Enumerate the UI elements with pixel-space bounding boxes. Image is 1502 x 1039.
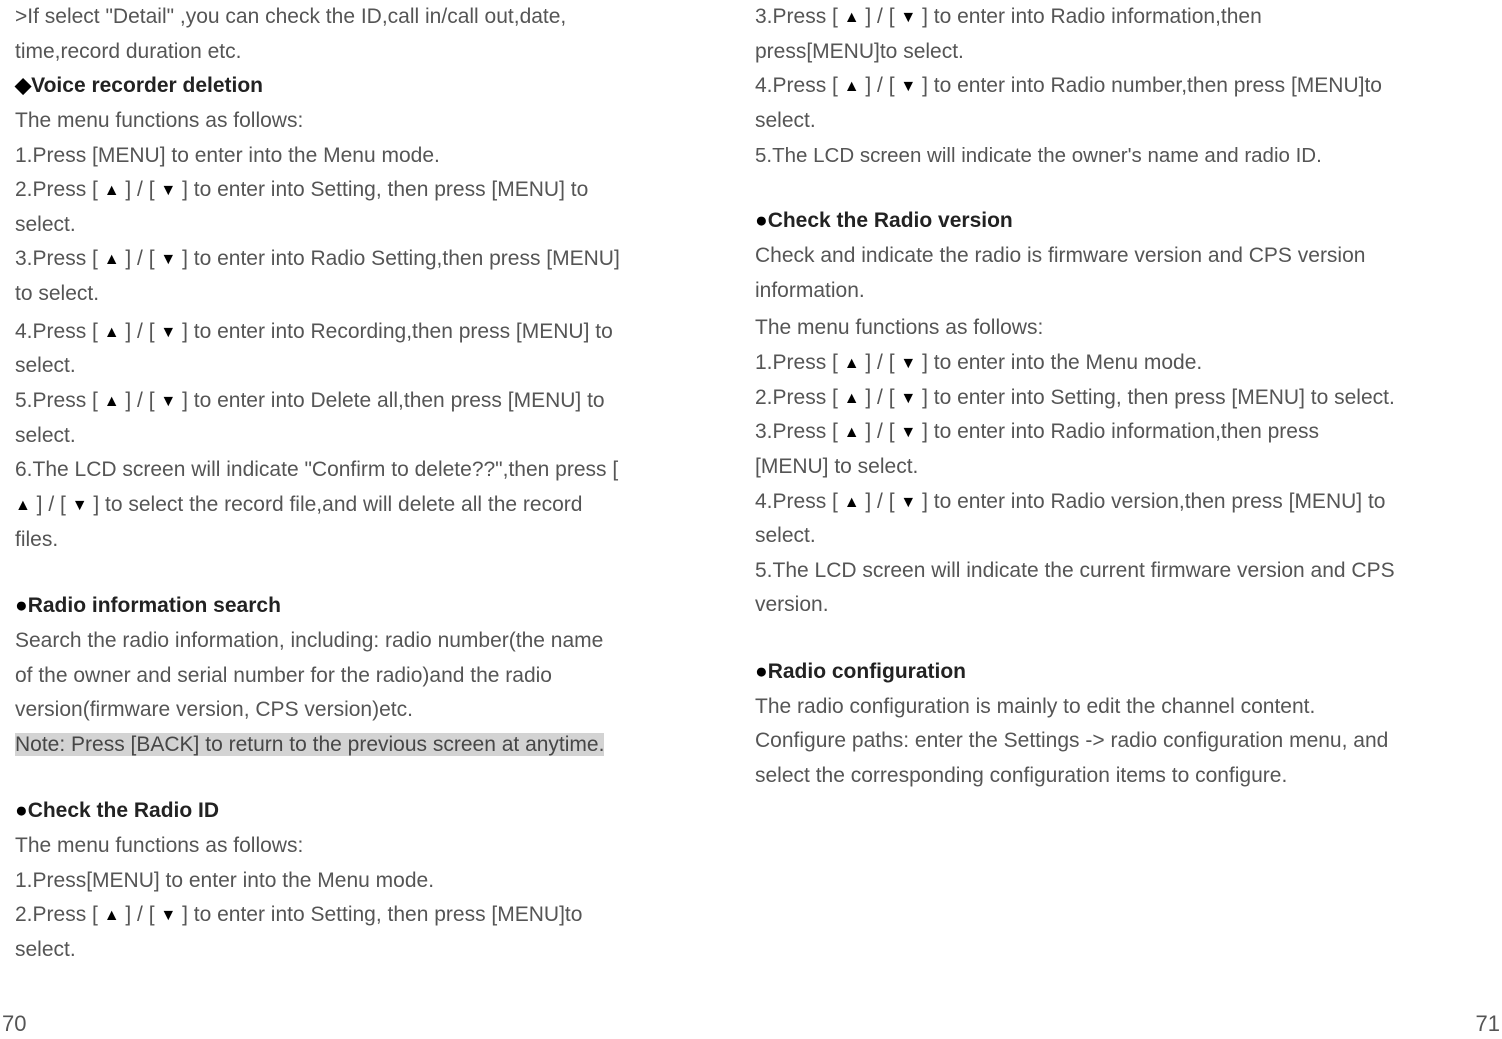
text-fragment: ] to select the record file,and will del… [15, 493, 582, 551]
bullet-icon: ● [755, 660, 768, 683]
menu-functions-text: The menu functions as follows: [15, 104, 625, 139]
right-column: 3.Press [ ▲ ] / [ ▼ ] to enter into Radi… [755, 0, 1395, 968]
arrow-down-icon: ▼ [900, 386, 916, 412]
arrow-down-icon: ▼ [900, 420, 916, 446]
text-fragment: ] / [ [31, 493, 72, 516]
page-spread: >If select "Detail" ,you can check the I… [0, 0, 1502, 968]
step-3b: 3.Press [ ▲ ] / [ ▼ ] to enter into Radi… [755, 0, 1395, 69]
arrow-up-icon: ▲ [844, 5, 860, 31]
arrow-down-icon: ▼ [160, 178, 176, 204]
radio-version-desc: Check and indicate the radio is firmware… [755, 239, 1395, 308]
text-fragment: ] / [ [120, 178, 161, 201]
voice-recorder-deletion-heading: ◆Voice recorder deletion [15, 69, 625, 104]
check-radio-id-heading: ●Check the Radio ID [15, 794, 625, 829]
text-fragment: 6.The LCD screen will indicate "Confirm … [15, 458, 618, 481]
note-highlight: Note: Press [BACK] to return to the prev… [15, 733, 604, 756]
text-fragment: 2.Press [ [15, 178, 104, 201]
step-4c: 4.Press [ ▲ ] / [ ▼ ] to enter into Radi… [755, 485, 1395, 554]
text-fragment: 5.Press [ [15, 389, 104, 412]
arrow-up-icon: ▲ [844, 420, 860, 446]
radio-info-desc: Search the radio information, including:… [15, 624, 625, 728]
text-fragment: 3.Press [ [755, 5, 844, 28]
arrow-up-icon: ▲ [15, 493, 31, 519]
step-1b: 1.Press[MENU] to enter into the Menu mod… [15, 864, 625, 899]
step-2: 2.Press [ ▲ ] / [ ▼ ] to enter into Sett… [15, 173, 625, 242]
arrow-down-icon: ▼ [72, 493, 88, 519]
arrow-up-icon: ▲ [104, 903, 120, 929]
page-number-right: 71 [1476, 1011, 1500, 1037]
text-fragment: ] / [ [860, 490, 901, 513]
heading-text: Radio information search [28, 594, 281, 617]
bullet-icon: ● [15, 799, 28, 822]
menu-functions-text: The menu functions as follows: [755, 311, 1395, 346]
text-fragment: 4.Press [ [755, 490, 844, 513]
heading-text: Radio configuration [768, 660, 966, 683]
text-fragment: ] to enter into the Menu mode. [916, 351, 1202, 374]
arrow-down-icon: ▼ [160, 389, 176, 415]
text-fragment: 1.Press [ [755, 351, 844, 374]
arrow-down-icon: ▼ [160, 247, 176, 273]
step-5: 5.Press [ ▲ ] / [ ▼ ] to enter into Dele… [15, 384, 625, 453]
intro-text: >If select "Detail" ,you can check the I… [15, 0, 625, 69]
radio-info-search-heading: ●Radio information search [15, 589, 625, 624]
arrow-down-icon: ▼ [160, 320, 176, 346]
step-5c: 5.The LCD screen will indicate the curre… [755, 554, 1395, 623]
arrow-down-icon: ▼ [900, 74, 916, 100]
arrow-down-icon: ▼ [900, 5, 916, 31]
text-fragment: ] / [ [120, 389, 161, 412]
menu-functions-text: The menu functions as follows: [15, 829, 625, 864]
arrow-down-icon: ▼ [900, 490, 916, 516]
step-1c: 1.Press [ ▲ ] / [ ▼ ] to enter into the … [755, 346, 1395, 381]
left-column: >If select "Detail" ,you can check the I… [15, 0, 625, 968]
arrow-up-icon: ▲ [104, 320, 120, 346]
text-fragment: ] / [ [120, 903, 161, 926]
arrow-up-icon: ▲ [844, 490, 860, 516]
step-5b: 5.The LCD screen will indicate the owner… [755, 139, 1395, 173]
heading-text: Check the Radio version [768, 209, 1013, 232]
text-fragment: ] / [ [860, 5, 901, 28]
step-4b: 4.Press [ ▲ ] / [ ▼ ] to enter into Radi… [755, 69, 1395, 138]
arrow-up-icon: ▲ [104, 247, 120, 273]
arrow-down-icon: ▼ [160, 903, 176, 929]
radio-config-desc: The radio configuration is mainly to edi… [755, 690, 1395, 794]
heading-text: Check the Radio ID [28, 799, 219, 822]
step-3: 3.Press [ ▲ ] / [ ▼ ] to enter into Radi… [15, 242, 625, 311]
text-fragment: 3.Press [ [15, 247, 104, 270]
text-fragment: ] / [ [120, 247, 161, 270]
heading-text: Voice recorder deletion [31, 74, 263, 97]
bullet-icon: ● [15, 594, 28, 617]
step-1: 1.Press [MENU] to enter into the Menu mo… [15, 139, 625, 174]
text-fragment: ] / [ [860, 351, 901, 374]
note-text: Note: Press [BACK] to return to the prev… [15, 728, 625, 763]
arrow-up-icon: ▲ [104, 178, 120, 204]
diamond-icon: ◆ [15, 74, 31, 97]
text-fragment: 4.Press [ [15, 320, 104, 343]
text-fragment: 3.Press [ [755, 420, 844, 443]
text-fragment: 2.Press [ [755, 386, 844, 409]
text-fragment: ] / [ [120, 320, 161, 343]
radio-configuration-heading: ●Radio configuration [755, 655, 1395, 690]
text-fragment: ] / [ [860, 420, 901, 443]
text-fragment: 4.Press [ [755, 74, 844, 97]
arrow-up-icon: ▲ [104, 389, 120, 415]
text-fragment: ] / [ [860, 386, 901, 409]
text-fragment: ] to enter into Setting, then press [MEN… [916, 386, 1395, 409]
step-2c: 2.Press [ ▲ ] / [ ▼ ] to enter into Sett… [755, 381, 1395, 416]
text-fragment: ] / [ [860, 74, 901, 97]
step-2b: 2.Press [ ▲ ] / [ ▼ ] to enter into Sett… [15, 898, 625, 967]
arrow-up-icon: ▲ [844, 74, 860, 100]
text-fragment: 2.Press [ [15, 903, 104, 926]
step-6: 6.The LCD screen will indicate "Confirm … [15, 453, 625, 557]
arrow-up-icon: ▲ [844, 351, 860, 377]
arrow-down-icon: ▼ [900, 351, 916, 377]
step-4: 4.Press [ ▲ ] / [ ▼ ] to enter into Reco… [15, 315, 625, 384]
page-number-left: 70 [2, 1011, 26, 1037]
check-radio-version-heading: ●Check the Radio version [755, 204, 1395, 239]
step-3c: 3.Press [ ▲ ] / [ ▼ ] to enter into Radi… [755, 415, 1395, 484]
bullet-icon: ● [755, 209, 768, 232]
arrow-up-icon: ▲ [844, 386, 860, 412]
